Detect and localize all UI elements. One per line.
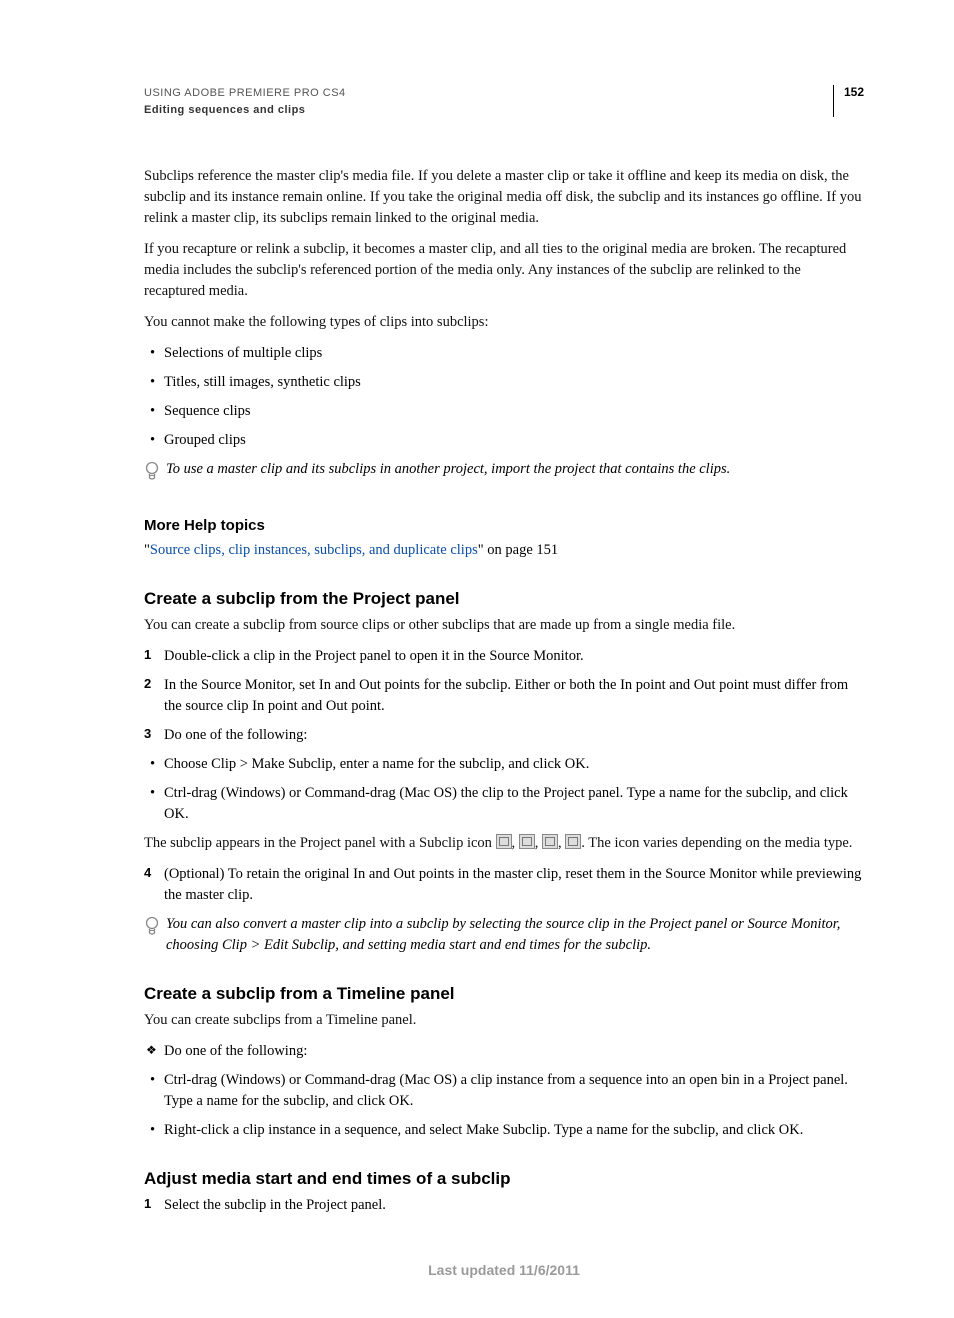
intro-paragraph: Subclips reference the master clip's med… bbox=[144, 166, 864, 229]
icon-para-suffix: . The icon varies depending on the media… bbox=[581, 835, 852, 851]
header-divider bbox=[833, 85, 834, 117]
header-product: USING ADOBE PREMIERE PRO CS4 bbox=[144, 85, 823, 102]
adjust-steps: Select the subclip in the Project panel. bbox=[144, 1195, 864, 1216]
subclip-still-icon bbox=[565, 834, 581, 849]
subclip-audio-icon bbox=[496, 834, 512, 849]
tip-block: To use a master clip and its subclips in… bbox=[144, 459, 864, 483]
intro-paragraph: If you recapture or relink a subclip, it… bbox=[144, 239, 864, 302]
step-item: Double-click a clip in the Project panel… bbox=[144, 646, 864, 667]
running-header: USING ADOBE PREMIERE PRO CS4 Editing seq… bbox=[144, 85, 864, 118]
step-item: Select the subclip in the Project panel. bbox=[144, 1195, 864, 1216]
list-item: Ctrl-drag (Windows) or Command-drag (Mac… bbox=[144, 1070, 864, 1112]
subclip-icon-paragraph: The subclip appears in the Project panel… bbox=[144, 833, 864, 854]
step-item: In the Source Monitor, set In and Out po… bbox=[144, 675, 864, 717]
section-heading-timeline: Create a subclip from a Timeline panel bbox=[144, 984, 864, 1004]
subclip-video-icon bbox=[519, 834, 535, 849]
subclip-av-icon bbox=[542, 834, 558, 849]
lightbulb-icon bbox=[144, 914, 166, 938]
tip-text: You can also convert a master clip into … bbox=[166, 914, 864, 956]
related-link-line: "Source clips, clip instances, subclips,… bbox=[144, 540, 864, 561]
page-number-block: 152 bbox=[823, 85, 864, 117]
tip-block: You can also convert a master clip into … bbox=[144, 914, 864, 956]
step-item: (Optional) To retain the original In and… bbox=[144, 864, 864, 906]
section-intro: You can create a subclip from source cli… bbox=[144, 615, 864, 636]
related-link[interactable]: Source clips, clip instances, subclips, … bbox=[150, 542, 478, 558]
page-number: 152 bbox=[844, 85, 864, 99]
tip-text: To use a master clip and its subclips in… bbox=[166, 459, 864, 480]
project-steps-cont: (Optional) To retain the original In and… bbox=[144, 864, 864, 906]
cannot-subclip-list: Selections of multiple clips Titles, sti… bbox=[144, 343, 864, 451]
list-item: Right-click a clip instance in a sequenc… bbox=[144, 1120, 864, 1141]
list-item: Sequence clips bbox=[144, 401, 864, 422]
icon-para-prefix: The subclip appears in the Project panel… bbox=[144, 835, 496, 851]
step-item: Do one of the following: bbox=[144, 725, 864, 746]
related-link-suffix: on page 151 bbox=[484, 542, 559, 558]
section-heading-project: Create a subclip from the Project panel bbox=[144, 589, 864, 609]
list-item: Ctrl-drag (Windows) or Command-drag (Mac… bbox=[144, 783, 864, 825]
list-item: Choose Clip > Make Subclip, enter a name… bbox=[144, 754, 864, 775]
more-help-heading: More Help topics bbox=[144, 517, 864, 534]
list-item: Grouped clips bbox=[144, 430, 864, 451]
intro-paragraph: You cannot make the following types of c… bbox=[144, 312, 864, 333]
header-chapter: Editing sequences and clips bbox=[144, 102, 823, 119]
page-footer: Last updated 11/6/2011 bbox=[144, 1262, 864, 1278]
section-intro: You can create subclips from a Timeline … bbox=[144, 1010, 864, 1031]
project-steps: Double-click a clip in the Project panel… bbox=[144, 646, 864, 746]
instruction-line: Do one of the following: bbox=[144, 1041, 864, 1062]
project-sub-bullets: Choose Clip > Make Subclip, enter a name… bbox=[144, 754, 864, 825]
page-container: USING ADOBE PREMIERE PRO CS4 Editing seq… bbox=[0, 0, 954, 1318]
section-heading-adjust: Adjust media start and end times of a su… bbox=[144, 1169, 864, 1189]
header-left: USING ADOBE PREMIERE PRO CS4 Editing seq… bbox=[144, 85, 823, 118]
lightbulb-icon bbox=[144, 459, 166, 483]
list-item: Titles, still images, synthetic clips bbox=[144, 372, 864, 393]
timeline-bullets: Ctrl-drag (Windows) or Command-drag (Mac… bbox=[144, 1070, 864, 1141]
list-item: Selections of multiple clips bbox=[144, 343, 864, 364]
